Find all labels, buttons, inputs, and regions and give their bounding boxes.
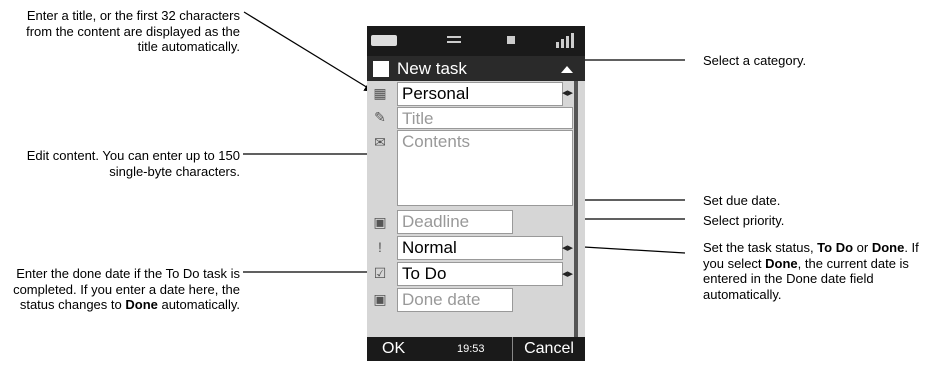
cancel-softkey[interactable]: Cancel xyxy=(512,337,585,361)
status-bar xyxy=(367,26,585,56)
status-check-icon: ☑ xyxy=(373,265,387,281)
phone-screen: New task ▦ Personal ◂▸ ✎ Title ✉ Content… xyxy=(367,26,585,361)
pencil-icon: ✎ xyxy=(374,109,386,125)
status-annotation-p2: or xyxy=(853,240,872,255)
form-content: ▦ Personal ◂▸ ✎ Title ✉ Contents ▣ Deadl… xyxy=(367,81,585,337)
priority-field[interactable]: Normal xyxy=(397,236,563,260)
status-bold-done-2: Done xyxy=(765,255,798,271)
done-date-calendar-icon: ▣ xyxy=(373,291,387,307)
done-date-annotation: Enter the done date if the To Do task is… xyxy=(5,266,240,313)
clock-time: 19:53 xyxy=(457,343,485,355)
status-selector-arrows-icon[interactable]: ◂▸ xyxy=(562,267,573,280)
title-input[interactable]: Title xyxy=(397,107,573,129)
category-icon: ▦ xyxy=(373,85,387,101)
priority-icon: ! xyxy=(378,239,382,255)
deadline-calendar-icon: ▣ xyxy=(373,214,387,230)
task-check-icon xyxy=(373,61,389,77)
priority-selector-arrows-icon[interactable]: ◂▸ xyxy=(562,241,573,254)
category-annotation: Select a category. xyxy=(703,53,807,68)
deadline-field[interactable]: Deadline xyxy=(397,210,513,234)
status-field[interactable]: To Do xyxy=(397,262,563,286)
content-annotation: Edit content. You can enter up to 150 si… xyxy=(26,148,240,179)
status-annotation: Set the task status, To Do or Done. If y… xyxy=(703,240,943,302)
due-date-annotation: Set due date. xyxy=(703,193,781,208)
signal-icon xyxy=(542,32,578,50)
title-annotation: Enter a title, or the first 32 character… xyxy=(26,8,240,54)
contents-icon: ✉ xyxy=(374,134,386,150)
priority-annotation: Select priority. xyxy=(703,213,785,228)
title-bar: New task xyxy=(367,56,585,81)
scroll-up-icon xyxy=(561,66,573,73)
screen-title: New task xyxy=(397,59,467,78)
done-date-field[interactable]: Done date xyxy=(397,288,513,312)
status-annotation-p1: Set the task status, xyxy=(703,240,818,255)
done-bold-text: Done xyxy=(125,297,158,312)
battery-icon xyxy=(371,35,397,46)
network-icon xyxy=(507,36,515,44)
scrollbar[interactable] xyxy=(574,81,578,337)
category-selector-arrows-icon[interactable]: ◂▸ xyxy=(562,86,573,99)
menu-icon xyxy=(447,36,461,38)
done-date-annotation-tail: automatically. xyxy=(157,297,240,312)
contents-input[interactable]: Contents xyxy=(397,130,573,206)
softkey-bar: OK 19:53 Cancel xyxy=(367,337,585,361)
category-field[interactable]: Personal xyxy=(397,82,563,106)
ok-softkey[interactable]: OK xyxy=(382,337,405,361)
status-bold-todo: To Do xyxy=(817,240,854,255)
status-bold-done: Done xyxy=(871,240,905,255)
